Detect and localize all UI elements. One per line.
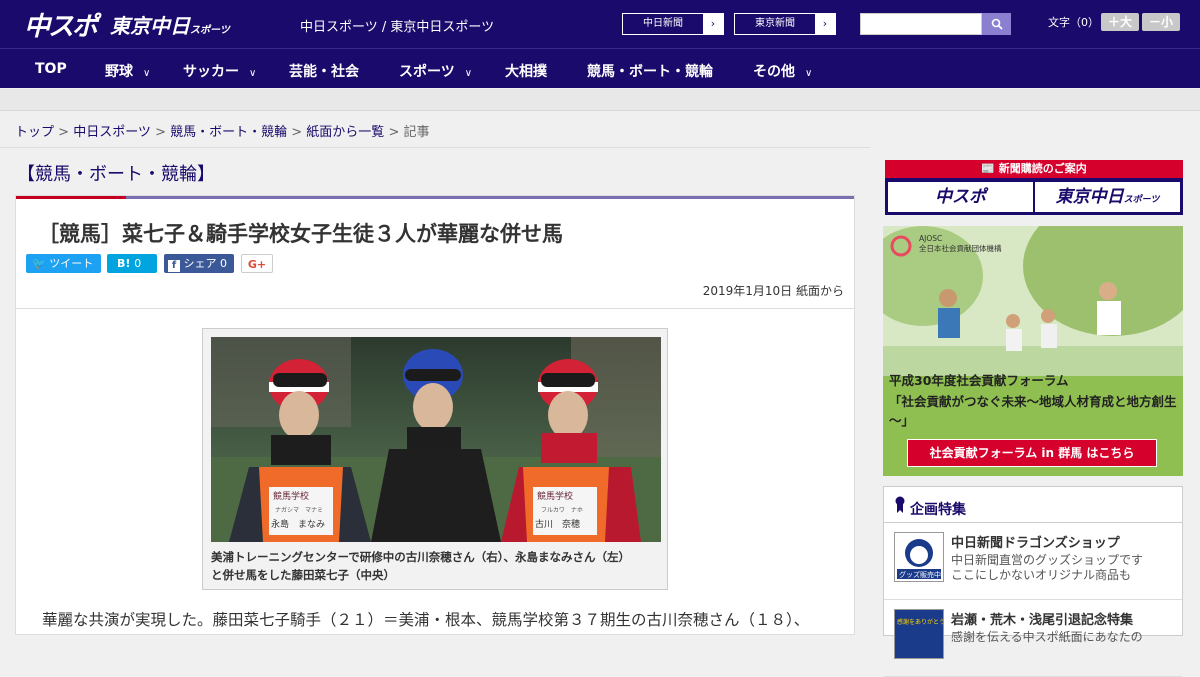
main-nav: TOP 野球 ∨ サッカー ∨ 芸能・社会 スポーツ ∨ 大相撲 競馬・ボート・競輪 … <box>0 48 1200 88</box>
divider <box>0 147 870 148</box>
chevron-right-icon: › <box>815 14 835 34</box>
nav-baseball[interactable]: 野球 ∨ <box>105 61 150 81</box>
forum-advertisement[interactable]: AJOSC 全日本社会貢献団体機構 平成30年度社会貢献フォーラム 「社会貢献がつ… <box>883 226 1183 476</box>
ad-organization: AJOSC 全日本社会貢献団体機構 <box>919 234 1002 253</box>
section-title: 【競馬・ボート・競輪】 <box>17 164 215 185</box>
top-header: 中スポ 東京中日スポーツ 中日スポーツ / 東京中日スポーツ 中日新聞 › 東京新… <box>0 0 1200 48</box>
breadcrumb-racing[interactable]: 競馬・ボート・競輪 <box>170 125 287 140</box>
article-card: ［競馬］菜七子＆騎手学校女子生徒３人が華麗な併せ馬 🐦 ツイート B! 0 f … <box>15 195 855 635</box>
svg-text:競馬学校: 競馬学校 <box>537 490 573 502</box>
nav-soccer[interactable]: サッカー ∨ <box>183 61 256 81</box>
feature-retirement-special[interactable]: 感謝をありがとう 岩瀬・荒木・浅尾引退記念特集 感謝を伝える中スポ紙面にあなたの <box>884 601 1182 677</box>
article-figure: 競馬学校 ナガシマ マナミ 永島 まなみ 競馬学校 フルカワ ナホ 古川 奈穂 … <box>202 328 668 590</box>
accent-bar <box>16 196 126 199</box>
article-headline: ［競馬］菜七子＆騎手学校女子生徒３人が華麗な併せ馬 <box>38 222 563 246</box>
article-body: 華麗な共演が実現した。藤田菜七子騎手（２１）＝美浦・根本、競馬学校第３７期生の古… <box>42 611 810 629</box>
svg-text:競馬学校: 競馬学校 <box>273 490 309 502</box>
search-input[interactable] <box>860 13 982 35</box>
svg-text:感謝をありがとう: 感謝をありがとう <box>897 618 943 626</box>
jockeys-photo-image: 競馬学校 ナガシマ マナミ 永島 まなみ 競馬学校 フルカワ ナホ 古川 奈穂 <box>211 337 661 542</box>
tokyo-chunichi-subscribe[interactable]: 東京中日スポーツ <box>1035 182 1180 212</box>
facebook-icon: f <box>168 260 180 272</box>
chunichi-sports-logo[interactable]: 中スポ <box>24 6 98 43</box>
header-band <box>0 89 1200 111</box>
tokyo-chunichi-logo[interactable]: 東京中日スポーツ <box>110 10 230 39</box>
breadcrumb-paper-list[interactable]: 紙面から一覧 <box>306 125 384 140</box>
chevron-down-icon: ∨ <box>249 68 257 79</box>
ad-headline: 平成30年度社会貢献フォーラム <box>889 373 1069 388</box>
search-icon <box>991 18 1003 30</box>
nav-racing[interactable]: 競馬・ボート・競輪 <box>587 61 713 81</box>
tokyo-shimbun-link[interactable]: 東京新聞 › <box>734 13 836 35</box>
svg-text:永島 まなみ: 永島 まなみ <box>271 518 325 530</box>
svg-text:フルカワ ナホ: フルカワ ナホ <box>541 507 583 514</box>
tweet-button[interactable]: 🐦 ツイート <box>26 254 101 273</box>
features-panel: 企画特集 グッズ販売中 中日新聞ドラゴンズショップ 中日新聞直営のグッズショップ… <box>883 486 1183 677</box>
breadcrumb-chunichi-sports[interactable]: 中日スポーツ <box>73 125 151 140</box>
chevron-right-icon: › <box>703 14 723 34</box>
hatena-icon: B! <box>117 257 131 270</box>
ad-subheadline: 「社会貢献がつなぐ未来～地域人材育成と地方創生～」 <box>889 394 1177 428</box>
search-button[interactable] <box>982 13 1011 35</box>
chevron-down-icon: ∨ <box>464 68 473 79</box>
nav-entertainment[interactable]: 芸能・社会 <box>289 61 359 81</box>
google-plus-button[interactable]: G+ <box>241 254 273 273</box>
chevron-down-icon: ∨ <box>143 68 151 79</box>
accent-bar <box>126 196 854 199</box>
nav-top[interactable]: TOP <box>35 61 67 77</box>
chunichi-sports-subscribe[interactable]: 中スポ <box>888 182 1033 212</box>
site-tagline: 中日スポーツ / 東京中日スポーツ <box>300 20 495 35</box>
divider <box>16 308 854 309</box>
subscription-banner[interactable]: 📰 新聞購読のご案内 中スポ 東京中日スポーツ <box>885 160 1183 215</box>
twitter-icon: 🐦 <box>32 257 46 270</box>
svg-text:古川 奈穂: 古川 奈穂 <box>535 518 580 530</box>
dragons-shop-thumbnail: グッズ販売中 <box>894 532 944 582</box>
photo-caption: 美浦トレーニングセンターで研修中の古川奈穂さん（右）、永島まなみさん（左） と併… <box>211 550 631 582</box>
hatena-bookmark-button[interactable]: B! 0 <box>107 254 157 273</box>
article-date: 2019年1月10日 紙面から <box>702 284 844 298</box>
newspaper-icon: 📰 <box>981 162 995 175</box>
breadcrumb-current: 記事 <box>403 125 430 140</box>
chunichi-shimbun-link[interactable]: 中日新聞 › <box>622 13 724 35</box>
font-size-label: 文字（0） <box>1048 16 1099 29</box>
facebook-share-button[interactable]: f シェア 0 <box>164 254 234 273</box>
breadcrumb-top[interactable]: トップ <box>15 125 54 140</box>
ribbon-icon <box>895 496 905 513</box>
nav-sumo[interactable]: 大相撲 <box>505 61 547 81</box>
features-header: 企画特集 <box>884 487 1182 523</box>
forum-gunma-button[interactable]: 社会貢献フォーラム in 群馬 はこちら <box>907 439 1157 467</box>
breadcrumb: トップ > 中日スポーツ > 競馬・ボート・競輪 > 紙面から一覧 > 記事 <box>15 125 430 140</box>
chevron-down-icon: ∨ <box>805 68 813 79</box>
svg-text:ナガシマ マナミ: ナガシマ マナミ <box>275 506 323 514</box>
font-smaller-button[interactable]: －小 <box>1142 13 1180 31</box>
svg-text:グッズ販売中: グッズ販売中 <box>899 570 941 579</box>
font-larger-button[interactable]: ＋大 <box>1101 13 1139 31</box>
retirement-thumbnail: 感謝をありがとう <box>894 609 945 659</box>
nav-others[interactable]: その他 ∨ <box>753 61 812 81</box>
feature-dragons-shop[interactable]: グッズ販売中 中日新聞ドラゴンズショップ 中日新聞直営のグッズショップです ここに… <box>884 524 1182 600</box>
subscription-header: 📰 新聞購読のご案内 <box>885 160 1183 178</box>
google-plus-icon: G+ <box>247 258 267 271</box>
nav-sports[interactable]: スポーツ ∨ <box>399 61 472 81</box>
article-photo[interactable]: 競馬学校 ナガシマ マナミ 永島 まなみ 競馬学校 フルカワ ナホ 古川 奈穂 <box>211 337 661 542</box>
